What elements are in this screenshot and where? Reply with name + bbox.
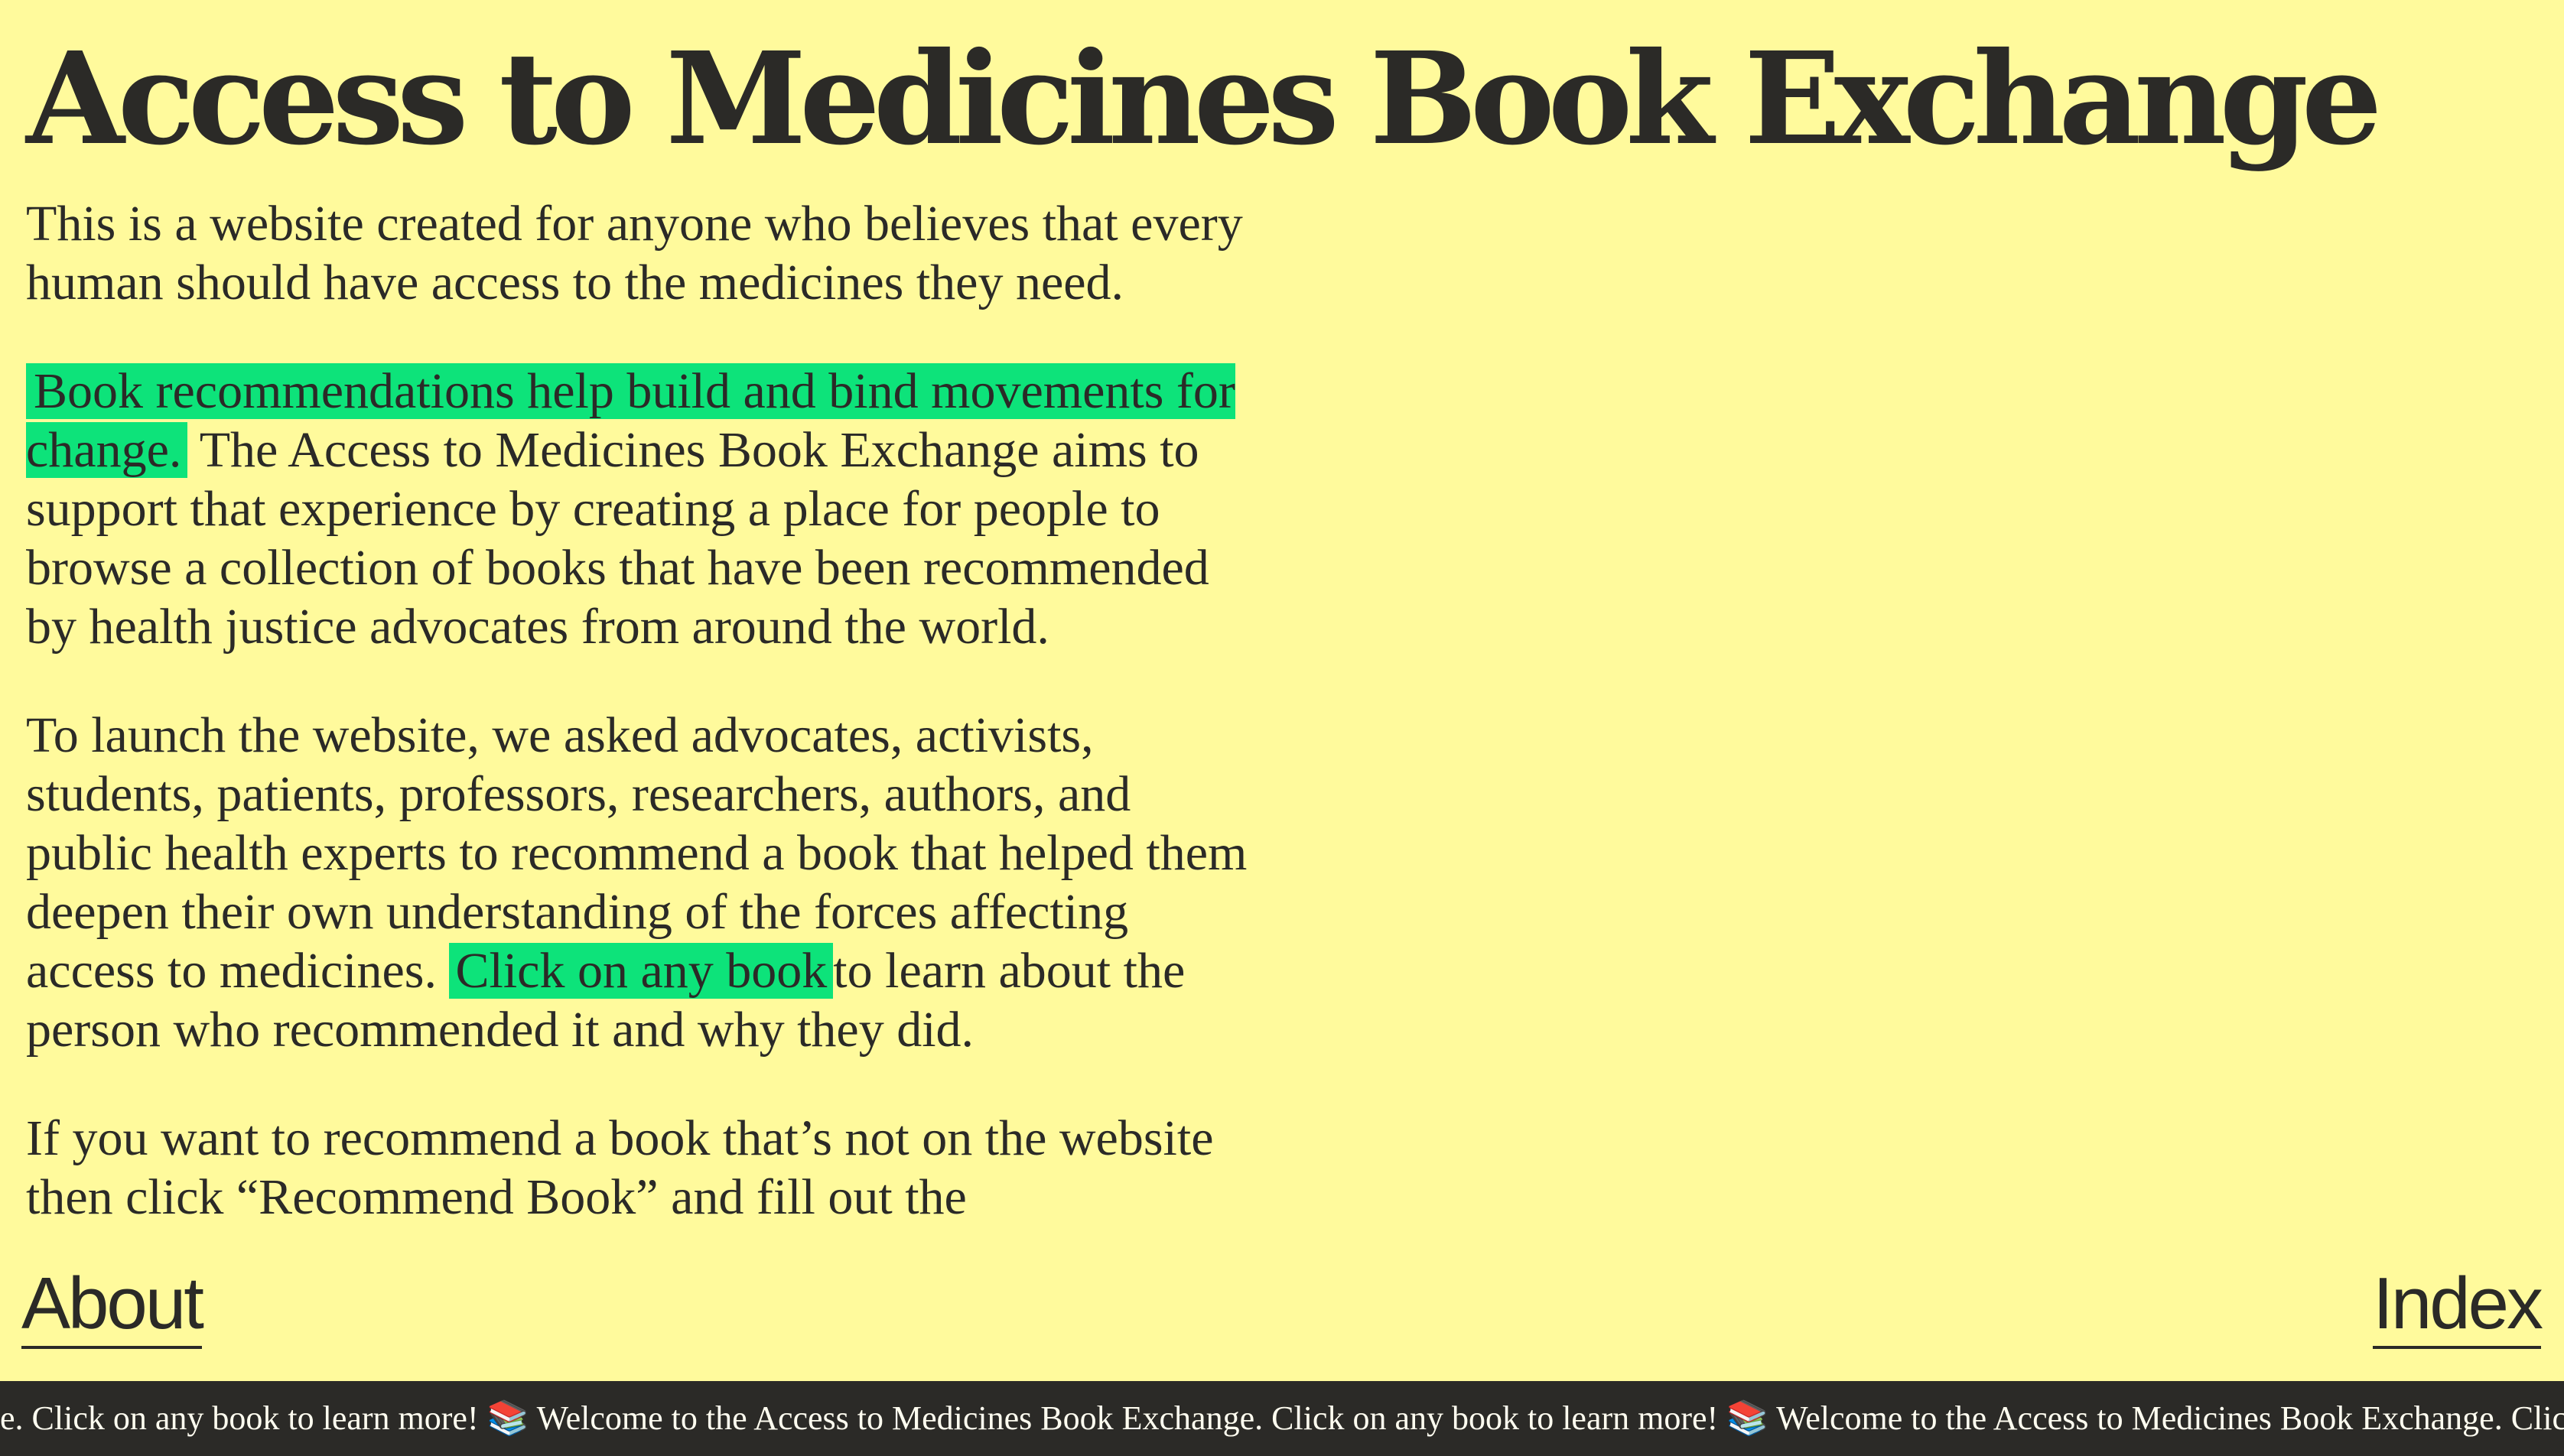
intro-paragraph-2: Book recommendations help build and bind… (26, 362, 1250, 656)
intro-paragraph-1: This is a website created for anyone who… (26, 196, 1243, 310)
ticker-text: e. Click on any book to learn more! 📚 We… (0, 1399, 2564, 1437)
nav-about-link[interactable]: About (21, 1262, 204, 1349)
page-title: Access to Medicines Book Exchange (26, 24, 2382, 174)
intro-paragraph-4: If you want to recommend a book that’s n… (26, 1110, 1214, 1225)
intro-paragraph-2-text: The Access to Medicines Book Exchange ai… (26, 422, 1209, 655)
intro-paragraph-3: To launch the website, we asked advocate… (26, 706, 1250, 1059)
ticker-bar: e. Click on any book to learn more! 📚 We… (0, 1381, 2564, 1456)
click-any-book-link[interactable]: Click on any book (449, 943, 834, 999)
intro-content: This is a website created for anyone who… (26, 194, 1250, 1276)
nav-index-link[interactable]: Index (2373, 1262, 2543, 1349)
